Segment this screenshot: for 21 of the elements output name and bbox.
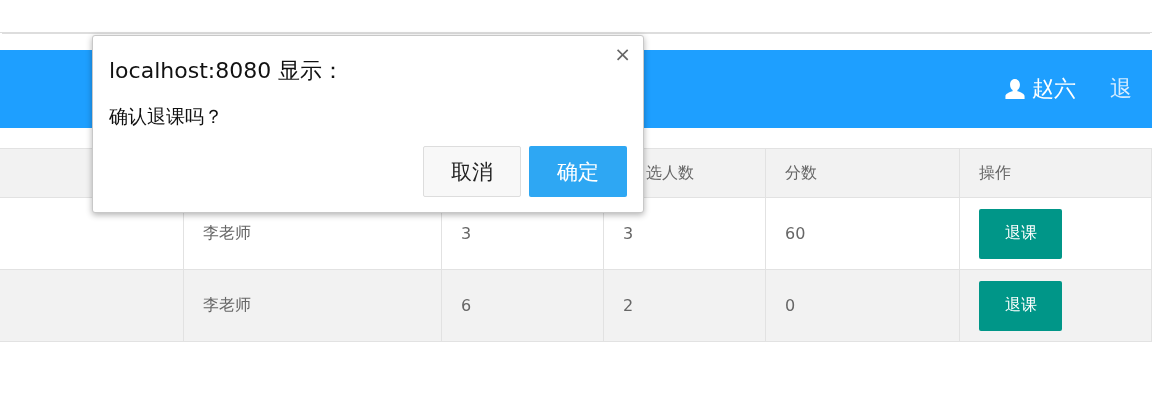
- table-cell: 6: [461, 296, 472, 315]
- table-cell: 2: [623, 296, 634, 315]
- drop-course-button[interactable]: 退课: [979, 280, 1062, 331]
- column-header: 选人数: [646, 162, 694, 184]
- dialog-message: 确认退课吗？: [109, 104, 224, 129]
- dialog-title: localhost:8080 显示：: [109, 57, 346, 85]
- user-icon: [1004, 78, 1026, 100]
- cancel-button[interactable]: 取消: [423, 146, 521, 197]
- column-header: 操作: [979, 162, 1011, 184]
- column-header: 分数: [785, 162, 817, 184]
- drop-course-button[interactable]: 退课: [979, 208, 1062, 259]
- confirm-button[interactable]: 确定: [529, 146, 627, 197]
- table-cell: 3: [623, 224, 634, 243]
- table-cell: 60: [785, 224, 806, 243]
- table-cell: 3: [461, 224, 472, 243]
- table-cell: 李老师: [203, 295, 251, 316]
- logout-link[interactable]: 退: [1110, 74, 1152, 104]
- table-cell: 0: [785, 296, 796, 315]
- user-name[interactable]: 赵六: [1032, 74, 1076, 104]
- table-cell: 李老师: [203, 223, 251, 244]
- close-button[interactable]: ×: [610, 42, 635, 66]
